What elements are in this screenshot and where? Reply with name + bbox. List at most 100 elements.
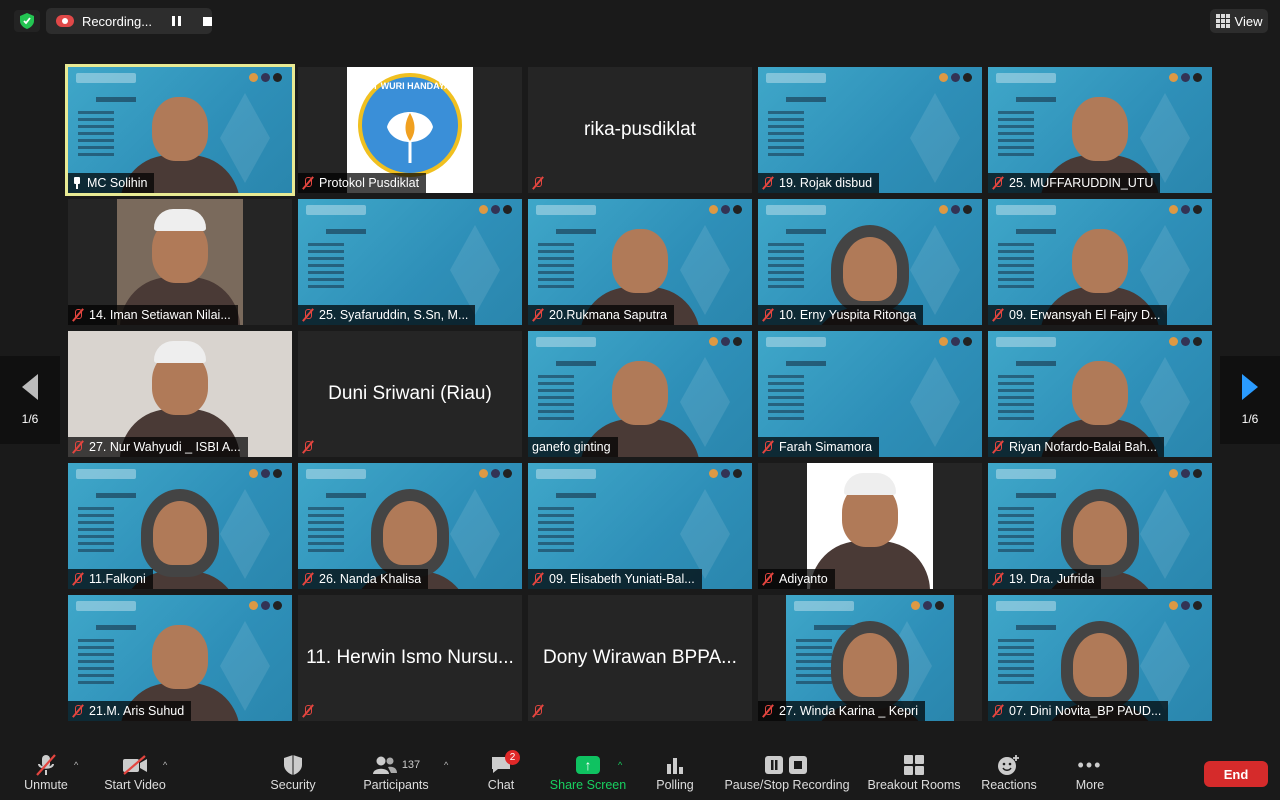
participant-name: 19. Dra. Jufrida	[1009, 572, 1095, 586]
participant-tile[interactable]: 20.Rukmana Saputra	[528, 199, 752, 325]
pause-stop-recording-button[interactable]: Pause/Stop Recording	[722, 750, 852, 796]
participant-tile[interactable]: MC Solihin	[65, 64, 295, 196]
participant-display-name: Duni Sriwani (Riau)	[328, 383, 492, 404]
participant-tile[interactable]: rika-pusdiklat	[528, 67, 752, 193]
view-label: View	[1234, 13, 1263, 29]
microphone-muted-icon	[532, 176, 544, 190]
stop-recording-icon[interactable]	[203, 16, 212, 26]
polling-chart-icon	[665, 752, 685, 778]
participant-name-label: 19. Rojak disbud	[758, 173, 880, 193]
participant-tile[interactable]: 09. Erwansyah El Fajry D...	[988, 199, 1212, 325]
chat-bubble-icon: 2	[490, 750, 520, 778]
microphone-muted-icon	[762, 704, 774, 718]
participant-name-label: 26. Nanda Khalisa	[298, 569, 429, 589]
participant-name-label: 25. Syafaruddin, S.Sn, M...	[298, 305, 476, 325]
share-screen-button[interactable]: ↑ Share Screen	[548, 750, 628, 796]
encryption-shield-icon[interactable]	[14, 10, 40, 32]
microphone-muted-icon	[302, 572, 314, 586]
participant-tile[interactable]: 10. Erny Yuspita Ritonga	[758, 199, 982, 325]
participant-name: 27. Winda Karina _ Kepri	[779, 704, 918, 718]
recording-label: Recording...	[81, 13, 153, 29]
participants-caret-icon[interactable]: ^	[444, 760, 448, 770]
participant-tile[interactable]: 25. Syafaruddin, S.Sn, M...	[298, 199, 522, 325]
participant-tile[interactable]: Duni Sriwani (Riau)	[298, 331, 522, 457]
participant-display-name: Dony Wirawan BPPA...	[543, 647, 737, 668]
participant-name: Farah Simamora	[779, 440, 873, 454]
participant-tile[interactable]: Adiyanto	[758, 463, 982, 589]
start-video-label: Start Video	[104, 778, 166, 792]
participant-tile[interactable]: 14. Iman Setiawan Nilai...	[68, 199, 292, 325]
logo-text: TUT WURI HANDAYANI	[360, 81, 460, 91]
start-video-button[interactable]: Start Video	[100, 750, 170, 796]
microphone-muted-icon	[72, 308, 84, 322]
microphone-muted-icon	[302, 440, 314, 454]
reactions-button[interactable]: Reactions	[978, 750, 1040, 796]
audio-options-caret-icon[interactable]: ^	[74, 760, 78, 770]
more-button[interactable]: ••• More	[1070, 750, 1110, 796]
unmute-label: Unmute	[24, 778, 68, 792]
unmute-button[interactable]: Unmute	[22, 750, 70, 796]
participant-tile[interactable]: 27. Winda Karina _ Kepri	[758, 595, 982, 721]
participant-name: 10. Erny Yuspita Ritonga	[779, 308, 917, 322]
participant-name-label: 27. Winda Karina _ Kepri	[758, 701, 925, 721]
pause-recording-icon[interactable]	[172, 16, 182, 26]
page-indicator-right: 1/6	[1241, 412, 1259, 426]
microphone-muted-icon	[762, 176, 774, 190]
microphone-muted-icon	[992, 440, 1004, 454]
chat-unread-badge: 2	[505, 750, 520, 765]
view-button[interactable]: View	[1210, 9, 1268, 33]
participant-name: 07. Dini Novita_BP PAUD...	[1009, 704, 1162, 718]
participant-name-label: MC Solihin	[68, 173, 155, 193]
page-indicator-left: 1/6	[21, 412, 39, 426]
participant-name: 25. MUFFARUDDIN_UTU	[1009, 176, 1154, 190]
participant-tile[interactable]: 11. Herwin Ismo Nursu...	[298, 595, 522, 721]
next-page-button[interactable]: 1/6	[1220, 356, 1280, 444]
recording-indicator: Recording...	[46, 8, 212, 34]
participant-display-name: 11. Herwin Ismo Nursu...	[306, 647, 514, 668]
video-options-caret-icon[interactable]: ^	[163, 760, 167, 770]
participant-tile[interactable]: TUT WURI HANDAYANI Protokol Pusdiklat	[298, 67, 522, 193]
participant-tile[interactable]: 19. Dra. Jufrida	[988, 463, 1212, 589]
breakout-rooms-button[interactable]: Breakout Rooms	[866, 750, 962, 796]
participant-tile[interactable]: Dony Wirawan BPPA...	[528, 595, 752, 721]
participants-button[interactable]: 137 Participants	[360, 750, 432, 796]
participants-icon: 137	[372, 752, 420, 778]
participant-tile[interactable]: 25. MUFFARUDDIN_UTU	[988, 67, 1212, 193]
breakout-rooms-label: Breakout Rooms	[867, 778, 961, 792]
participants-count: 137	[401, 759, 421, 771]
polling-label: Polling	[656, 778, 694, 792]
participant-name-label: 11.Falkoni	[68, 569, 153, 589]
previous-page-button[interactable]: 1/6	[0, 356, 60, 444]
microphone-muted-icon	[72, 440, 84, 454]
participant-name: 21.M. Aris Suhud	[89, 704, 185, 718]
participant-name: 11.Falkoni	[89, 572, 146, 586]
participant-name-label: ganefo ginting	[528, 437, 618, 457]
participant-name: Adiyanto	[779, 572, 828, 586]
pin-icon	[72, 177, 82, 189]
participant-tile[interactable]: 21.M. Aris Suhud	[68, 595, 292, 721]
chat-label: Chat	[487, 778, 515, 792]
participant-name-label: 09. Erwansyah El Fajry D...	[988, 305, 1168, 325]
end-meeting-button[interactable]: End	[1204, 761, 1268, 787]
participant-tile[interactable]: 27. Nur Wahyudi _ ISBI A...	[68, 331, 292, 457]
grid-view-icon	[1215, 14, 1230, 28]
chat-button[interactable]: 2 Chat	[482, 750, 520, 796]
security-button[interactable]: Security	[266, 750, 320, 796]
participant-tile[interactable]: ganefo ginting	[528, 331, 752, 457]
participant-name: 20.Rukmana Saputra	[549, 308, 668, 322]
share-options-caret-icon[interactable]: ^	[618, 760, 622, 770]
participant-tile[interactable]: 11.Falkoni	[68, 463, 292, 589]
polling-button[interactable]: Polling	[654, 750, 696, 796]
participant-tile[interactable]: Farah Simamora	[758, 331, 982, 457]
pause-stop-recording-icon	[763, 752, 811, 778]
microphone-muted-icon	[532, 704, 544, 718]
participant-tile[interactable]: 26. Nanda Khalisa	[298, 463, 522, 589]
recording-icon	[56, 15, 74, 27]
microphone-muted-icon	[72, 572, 84, 586]
participant-name-label	[528, 173, 551, 193]
participant-tile[interactable]: 09. Elisabeth Yuniati-Bal...	[528, 463, 752, 589]
participant-tile[interactable]: 07. Dini Novita_BP PAUD...	[988, 595, 1212, 721]
microphone-muted-icon	[532, 572, 544, 586]
participant-tile[interactable]: 19. Rojak disbud	[758, 67, 982, 193]
participant-tile[interactable]: Riyan Nofardo-Balai Bah...	[988, 331, 1212, 457]
